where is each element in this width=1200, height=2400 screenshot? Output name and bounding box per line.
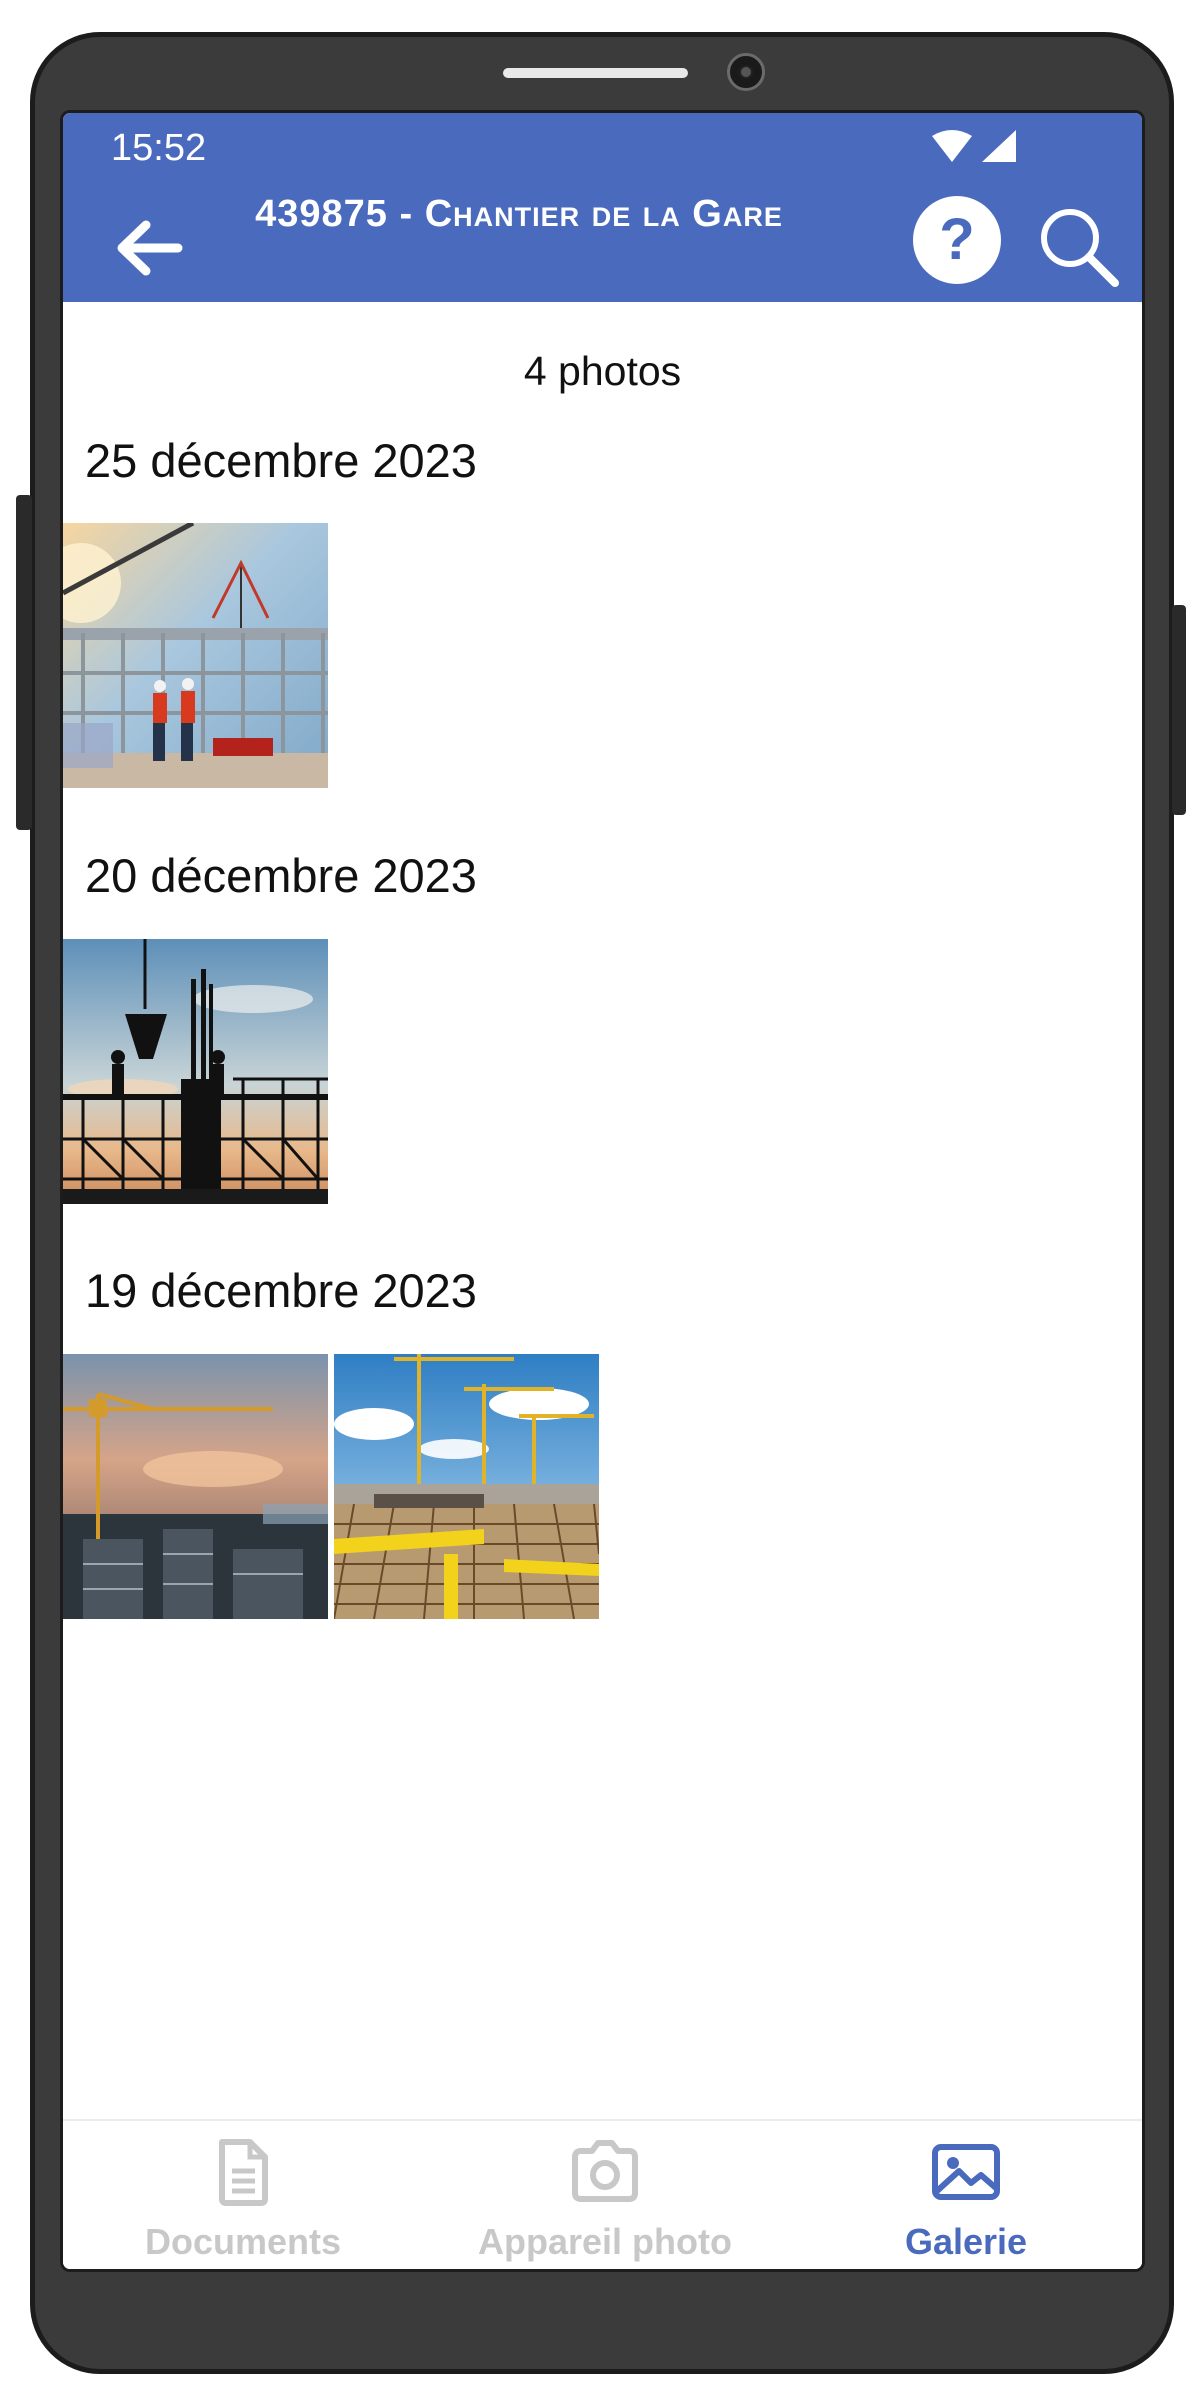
arrow-left-icon (117, 220, 183, 276)
app-bar: 15:52 439875 - Chantier de la Gare ? (63, 113, 1142, 302)
phone-speaker (503, 68, 688, 78)
photo-thumbnail (63, 1354, 328, 1619)
phone-side-button-left (16, 495, 32, 830)
nav-label: Appareil photo (478, 2221, 732, 2262)
search-button[interactable] (1033, 201, 1123, 291)
page-title: 439875 - Chantier de la Gare (255, 193, 783, 235)
tower-crane-sunset-photo[interactable] (63, 1354, 328, 1619)
nav-label: Galerie (904, 2221, 1028, 2262)
gallery-icon (932, 2144, 1000, 2200)
photo-thumbnail (334, 1354, 599, 1619)
document-icon (219, 2139, 268, 2206)
help-button[interactable]: ? (913, 196, 1001, 284)
photo-count: 4 photos (523, 348, 682, 394)
nav-camera[interactable]: Appareil photo (455, 2121, 755, 2269)
help-icon: ? (939, 207, 975, 272)
photo-thumbnail (63, 939, 328, 1204)
wifi-signal-icon (932, 130, 1016, 162)
nav-gallery[interactable]: Galerie (816, 2121, 1116, 2269)
search-icon (1041, 209, 1119, 287)
date-heading: 19 décembre 2023 (85, 1264, 477, 1317)
concrete-bucket-silhouette-photo[interactable] (63, 939, 328, 1204)
back-button[interactable] (108, 208, 188, 288)
crane-lift-workers-photo[interactable] (63, 523, 328, 788)
date-heading: 20 décembre 2023 (85, 849, 477, 902)
nav-label: Documents (144, 2221, 342, 2262)
camera-icon (572, 2140, 638, 2202)
app-screen: 15:52 439875 - Chantier de la Gare ? 4 p… (60, 110, 1145, 2272)
front-camera (727, 53, 765, 91)
photo-thumbnail (63, 523, 328, 788)
status-icons (930, 128, 1030, 168)
rebar-site-cranes-photo[interactable] (334, 1354, 599, 1619)
status-time: 15:52 (111, 127, 207, 169)
phone-side-button-right (1172, 605, 1186, 815)
date-heading: 25 décembre 2023 (85, 434, 477, 487)
nav-documents[interactable]: Documents (93, 2121, 393, 2269)
bottom-navigation: Documents Appareil photo Galerie (63, 2119, 1142, 2269)
